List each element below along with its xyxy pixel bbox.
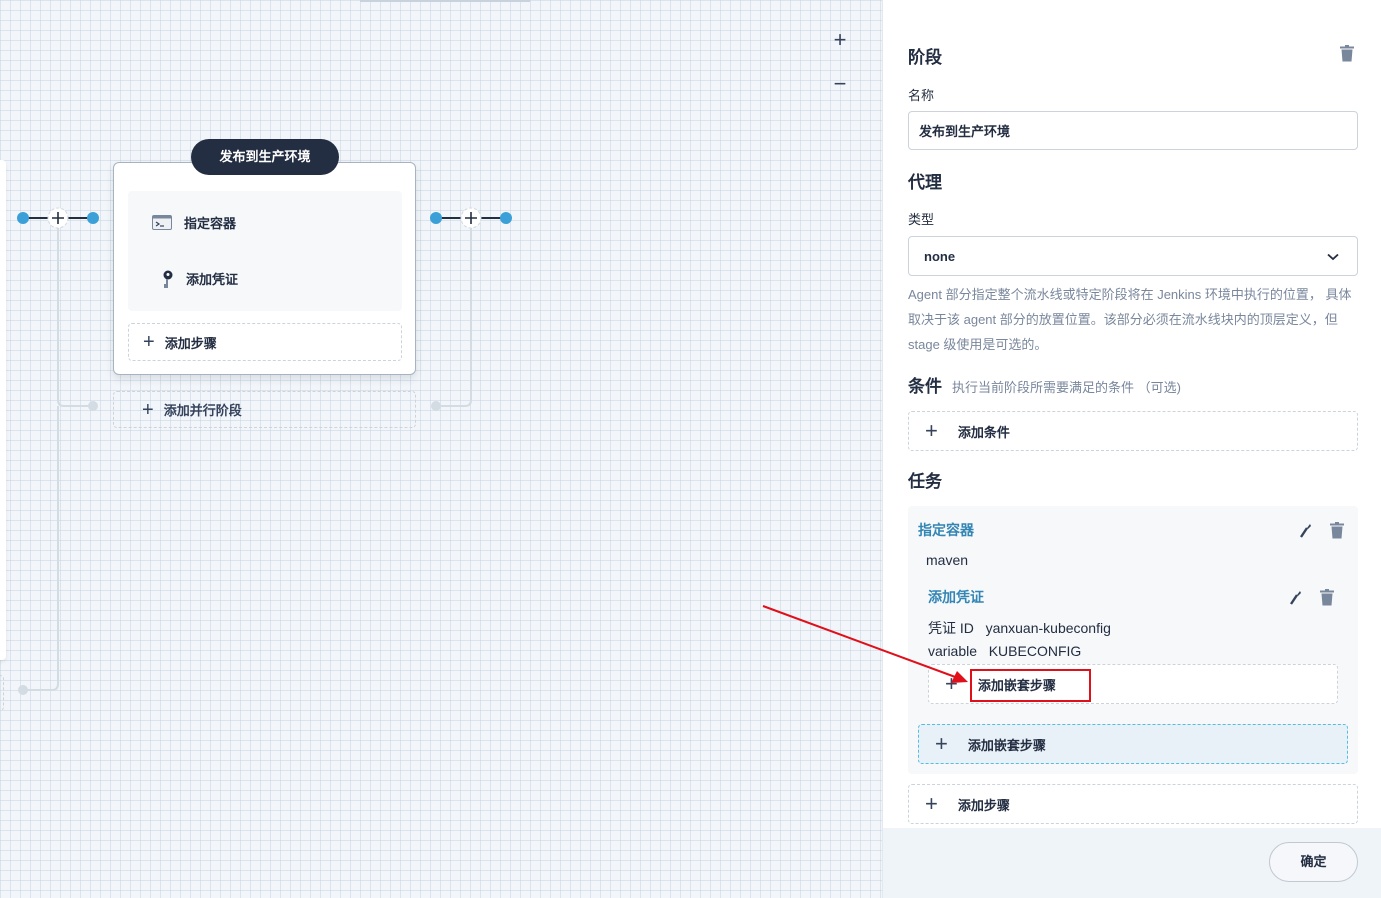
stage-heading: 阶段 bbox=[908, 48, 942, 67]
terminal-icon bbox=[152, 215, 172, 231]
type-label: 类型 bbox=[908, 212, 935, 227]
add-nested-step-label: 添加嵌套步骤 bbox=[977, 677, 1056, 693]
add-step-button[interactable]: + 添加步骤 bbox=[908, 784, 1358, 824]
plus-icon: + bbox=[935, 731, 948, 756]
add-nested-step-inner-button[interactable]: + 添加嵌套步骤 bbox=[928, 664, 1338, 704]
edit-credential-wrench-icon[interactable] bbox=[1288, 589, 1302, 610]
step-item-credential[interactable]: 添加凭证 bbox=[162, 269, 238, 288]
add-condition-button[interactable]: + 添加条件 bbox=[908, 411, 1358, 451]
steps-list: 指定容器 添加凭证 bbox=[128, 191, 402, 311]
container-step-link[interactable]: 指定容器 bbox=[918, 520, 974, 540]
variable-row: variable KUBECONFIG bbox=[928, 643, 1081, 659]
credential-step-link[interactable]: 添加凭证 bbox=[928, 587, 984, 607]
condition-heading-row: 条件 执行当前阶段所需要满足的条件 （可选) bbox=[908, 372, 1181, 397]
plus-icon: + bbox=[945, 671, 958, 696]
step-label: 添加凭证 bbox=[186, 272, 239, 287]
delete-credential-trash-icon[interactable] bbox=[1320, 589, 1334, 611]
panel-footer: 确定 bbox=[883, 828, 1381, 898]
stage-title-pill[interactable]: 发布到生产环境 bbox=[191, 139, 339, 175]
agent-type-select[interactable]: none bbox=[908, 236, 1358, 276]
delete-container-trash-icon[interactable] bbox=[1330, 522, 1344, 544]
connector-node[interactable] bbox=[17, 212, 29, 224]
credential-id-value: yanxuan-kubeconfig bbox=[985, 620, 1111, 636]
credential-id-row: 凭证 ID yanxuan-kubeconfig bbox=[928, 618, 1111, 638]
add-step-button[interactable]: + 添加步骤 bbox=[128, 323, 402, 361]
confirm-button[interactable]: 确定 bbox=[1269, 842, 1358, 882]
tasks-heading: 任务 bbox=[908, 472, 942, 491]
stage-name-input[interactable] bbox=[908, 111, 1358, 150]
agent-heading: 代理 bbox=[908, 173, 942, 192]
stage-card[interactable]: 指定容器 添加凭证 + 添加步骤 bbox=[113, 162, 416, 375]
plus-icon: + bbox=[925, 791, 938, 816]
key-icon bbox=[162, 270, 174, 288]
variable-label: variable bbox=[928, 643, 978, 659]
pipeline-connectors bbox=[17, 207, 512, 695]
add-parallel-stage-button[interactable]: + 添加并行阶段 bbox=[113, 391, 416, 428]
connector-node[interactable] bbox=[500, 212, 512, 224]
plus-icon: + bbox=[925, 418, 938, 443]
add-step-label: 添加步骤 bbox=[164, 335, 217, 351]
plus-icon: + bbox=[142, 398, 154, 421]
edit-container-wrench-icon[interactable] bbox=[1298, 522, 1312, 543]
step-label: 指定容器 bbox=[184, 216, 237, 231]
add-nested-step-outer-button[interactable]: + 添加嵌套步骤 bbox=[918, 724, 1348, 764]
name-label: 名称 bbox=[908, 88, 935, 103]
condition-description: 执行当前阶段所需要满足的条件 （可选) bbox=[952, 380, 1181, 395]
add-condition-label: 添加条件 bbox=[957, 424, 1010, 440]
add-step-label: 添加步骤 bbox=[957, 797, 1010, 813]
container-value: maven bbox=[926, 552, 969, 568]
credential-id-label: 凭证 ID bbox=[928, 620, 974, 636]
stage-settings-panel: 阶段 名称 代理 类型 none Agent 部分指定整个流水线或特定阶段将在 … bbox=[882, 0, 1381, 898]
variable-value: KUBECONFIG bbox=[988, 643, 1082, 659]
delete-stage-trash-icon[interactable] bbox=[1340, 45, 1354, 67]
add-parallel-label: 添加并行阶段 bbox=[163, 403, 242, 418]
agent-description: Agent 部分指定整个流水线或特定阶段将在 Jenkins 环境中执行的位置，… bbox=[908, 287, 1352, 352]
plus-icon: + bbox=[143, 331, 155, 353]
connector-node[interactable] bbox=[430, 212, 442, 224]
add-nested-step-label: 添加嵌套步骤 bbox=[967, 737, 1046, 753]
step-item-container[interactable]: 指定容器 bbox=[152, 213, 236, 232]
agent-type-value: none bbox=[924, 248, 956, 264]
connector-node[interactable] bbox=[87, 212, 99, 224]
chevron-down-icon bbox=[1327, 249, 1339, 264]
condition-heading: 条件 bbox=[908, 377, 942, 396]
pipeline-canvas[interactable]: + − 发布到生产环境 指定容器 添加凭证 + 添加步骤 + 添加并行阶段 bbox=[0, 0, 882, 898]
